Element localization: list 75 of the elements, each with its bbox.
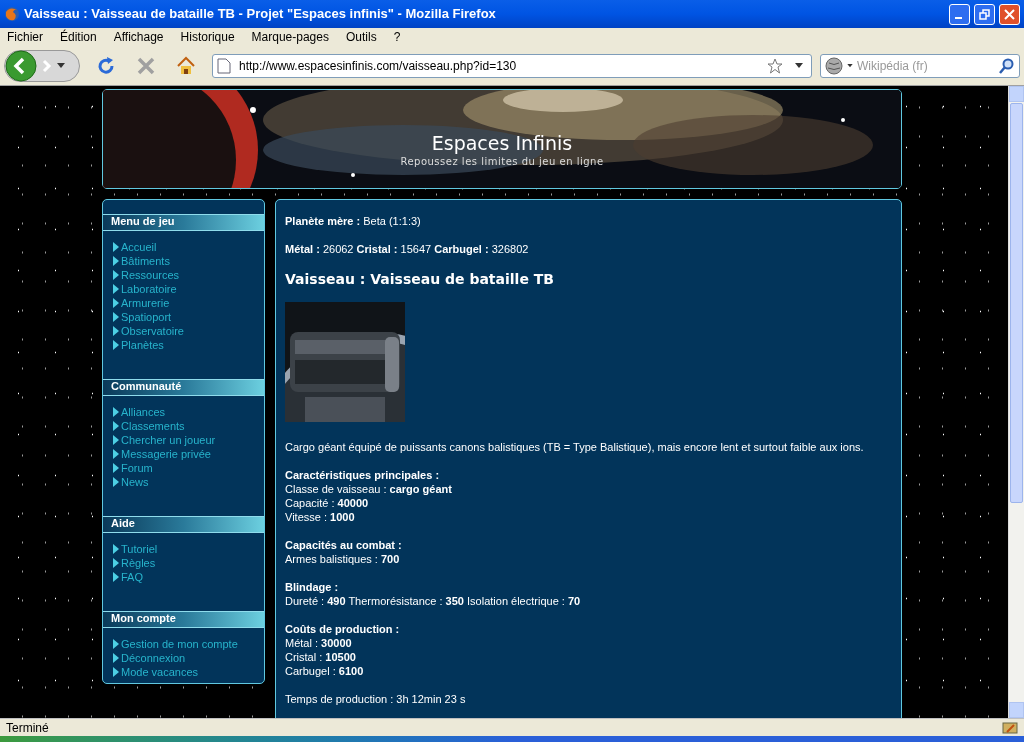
maximize-button[interactable]	[974, 3, 995, 25]
menu-item[interactable]: Historique	[180, 28, 235, 46]
stat-line: Métal : 30000	[285, 636, 353, 650]
close-button[interactable]	[999, 3, 1020, 25]
close-icon	[1004, 8, 1015, 20]
sidebar-link[interactable]: Mode vacances	[121, 666, 199, 679]
stat-line: Armes balistiques : 700	[285, 552, 401, 566]
search-bar[interactable]: Wikipédia (fr)	[820, 53, 1020, 78]
window-title: Vaisseau : Vaisseau de bataille TB - Projet "Espaces infinis" - Mozilla Firefox	[24, 5, 497, 24]
sidebar-link[interactable]: Accueil	[121, 241, 157, 254]
sidebar-link[interactable]: Observatoire	[121, 325, 184, 338]
scrollbar[interactable]	[1008, 86, 1024, 718]
section-heading: Blindage :	[285, 580, 340, 594]
sidebar-link[interactable]: News	[121, 476, 149, 489]
sidebar-link[interactable]: Planètes	[121, 339, 164, 352]
search-field[interactable]: Wikipédia (fr)	[857, 56, 995, 75]
home-icon[interactable]	[176, 55, 196, 76]
caret-icon[interactable]	[57, 62, 65, 69]
sidebar-link[interactable]: Règles	[121, 557, 156, 570]
search-icon[interactable]	[999, 57, 1015, 74]
site-tagline: Repoussez les limites du jeu en ligne	[400, 155, 604, 169]
addon-icon[interactable]	[1002, 719, 1018, 736]
stat-line: Vitesse : 1000	[285, 510, 356, 524]
sidebar-link[interactable]: Messagerie privée	[121, 448, 211, 461]
browser-logo-icon	[4, 6, 20, 22]
menu-item[interactable]: ?	[393, 28, 401, 46]
stat-line: Classe de vaisseau : cargo géant	[285, 482, 453, 496]
status-text: Terminé	[6, 719, 50, 737]
sidebar-link[interactable]: FAQ	[121, 571, 143, 584]
stat-line: Carbugel : 6100	[285, 664, 365, 678]
sidebar-link[interactable]: Laboratoire	[121, 283, 177, 296]
menu-item[interactable]: Affichage	[113, 28, 164, 46]
sidebar-link[interactable]: Chercher un joueur	[121, 434, 216, 447]
planet-line: Planète mère : Beta (1:1:3)	[285, 214, 422, 228]
site-title: Espaces Infinis	[431, 132, 573, 154]
ship-description: Cargo géant équipé de puissants canons balistiques (TB = Type Balistique), mais encore lent et surtout faible aux ions.	[285, 440, 865, 454]
sidebar-heading: Mon compte	[103, 611, 264, 628]
menu-item[interactable]: Fichier	[7, 28, 43, 46]
section-heading: Caractéristiques principales :	[285, 468, 441, 482]
sidebar-link[interactable]: Tutoriel	[121, 543, 158, 556]
stat-line: Cristal : 10500	[285, 650, 357, 664]
back-forward-control[interactable]	[4, 49, 80, 82]
caret-icon[interactable]	[847, 63, 853, 68]
page-icon	[217, 57, 231, 74]
sidebar-heading: Aide	[103, 516, 264, 533]
sidebar-link[interactable]: Spatioport	[121, 311, 172, 324]
globe-icon[interactable]	[825, 56, 843, 75]
stat-line: Capacité : 40000	[285, 496, 370, 510]
minimize-icon	[954, 17, 962, 19]
resources-line: Métal : 26062 Cristal : 15647 Carbugel : 326802	[285, 242, 530, 256]
sidebar-link[interactable]: Déconnexion	[121, 652, 186, 665]
reload-icon[interactable]	[96, 55, 116, 76]
back-icon[interactable]	[5, 49, 37, 82]
sidebar-heading: Communauté	[103, 379, 264, 396]
sidebar-link[interactable]: Classements	[121, 420, 185, 433]
caret-icon[interactable]	[795, 62, 803, 69]
sidebar-link[interactable]: Alliances	[121, 406, 166, 419]
sidebar-link[interactable]: Armurerie	[121, 297, 170, 310]
address-field[interactable]: http://www.espacesinfinis.com/vaisseau.php?id=130	[212, 53, 812, 78]
sidebar-link[interactable]: Forum	[121, 462, 153, 475]
menu-item[interactable]: Édition	[60, 28, 97, 46]
sidebar-link[interactable]: Gestion de mon compte	[121, 638, 238, 651]
section-heading: Capacités au combat :	[285, 538, 403, 552]
production-time: Temps de production : 3h 12min 23 s	[285, 692, 467, 706]
section-heading: Coûts de production :	[285, 622, 401, 636]
ship-heading: Vaisseau : Vaisseau de bataille TB	[285, 270, 555, 288]
sidebar-link[interactable]: Bâtiments	[121, 255, 170, 268]
sidebar-link[interactable]: Ressources	[121, 269, 180, 282]
minimize-button[interactable]	[949, 3, 970, 25]
star-icon[interactable]	[767, 57, 783, 74]
stat-line: Dureté : 490 Thermorésistance : 350 Isolation électrique : 70	[285, 594, 582, 608]
menu-item[interactable]: Outils	[345, 28, 377, 46]
menu-item[interactable]: Marque-pages	[251, 28, 329, 46]
maximize-icon	[979, 8, 990, 20]
sidebar-heading: Menu de jeu	[103, 214, 264, 231]
